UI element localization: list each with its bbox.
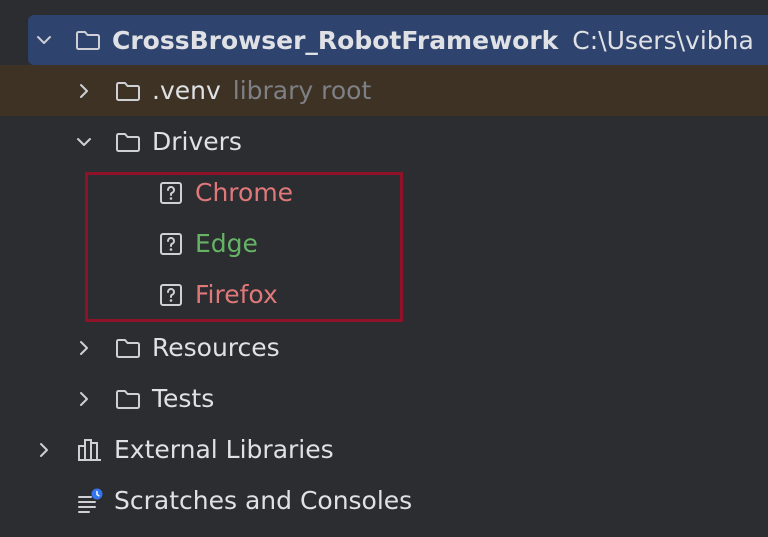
scratches-icon	[76, 487, 104, 515]
chevron-down-icon[interactable]	[34, 30, 54, 50]
project-root-name: CrossBrowser_RobotFramework	[112, 25, 559, 55]
folder-icon	[114, 334, 142, 362]
highlight-box	[85, 172, 403, 322]
folder-icon	[114, 128, 142, 156]
external-libraries-label: External Libraries	[114, 435, 334, 464]
folder-icon	[114, 385, 142, 413]
tree-row-venv[interactable]: .venv library root	[0, 65, 768, 116]
chevron-right-icon[interactable]	[34, 440, 54, 460]
scratches-label: Scratches and Consoles	[114, 486, 413, 515]
chevron-right-icon[interactable]	[74, 338, 94, 358]
resources-label: Resources	[152, 333, 280, 362]
chevron-right-icon[interactable]	[74, 81, 94, 101]
tree-row-tests[interactable]: Tests	[0, 373, 768, 424]
folder-icon	[74, 26, 102, 54]
library-root-hint: library root	[232, 76, 372, 105]
tree-row-drivers[interactable]: Drivers	[0, 116, 768, 167]
tree-row-project-root[interactable]: CrossBrowser_RobotFramework C:\Users\vib…	[28, 15, 768, 65]
tests-label: Tests	[152, 384, 215, 413]
library-icon	[76, 436, 104, 464]
venv-label: .venv	[152, 76, 221, 105]
folder-icon	[114, 77, 142, 105]
tree-row-scratches[interactable]: Scratches and Consoles	[0, 475, 768, 526]
tree-row-external-libraries[interactable]: External Libraries	[0, 424, 768, 475]
tree-row-resources[interactable]: Resources	[0, 322, 768, 373]
chevron-right-icon[interactable]	[74, 389, 94, 409]
drivers-label: Drivers	[152, 127, 242, 156]
project-root-path: C:\Users\vibha	[572, 25, 754, 55]
chevron-down-icon[interactable]	[74, 132, 94, 152]
project-tree: CrossBrowser_RobotFramework C:\Users\vib…	[0, 0, 768, 537]
